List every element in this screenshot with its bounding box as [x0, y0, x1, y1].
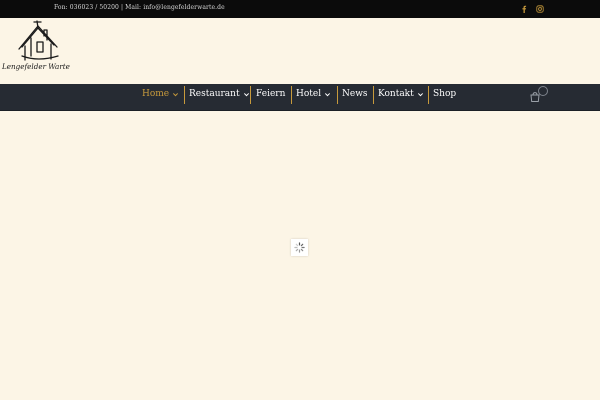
chevron-down-icon: [325, 92, 331, 96]
cart-button[interactable]: [528, 86, 548, 102]
site-logo[interactable]: Lengefelder Warte: [0, 18, 70, 74]
nav-separator: [337, 86, 338, 104]
nav-item-home[interactable]: Home: [142, 84, 179, 104]
spinner-icon: [294, 242, 305, 253]
nav-item-feiern[interactable]: Feiern: [256, 84, 285, 104]
nav-item-restaurant[interactable]: Restaurant: [189, 84, 250, 104]
top-bar: Fon: 036023 / 50200 | Mail: info@lengefe…: [0, 0, 600, 18]
loading-indicator: [291, 239, 308, 256]
nav-separator: [373, 86, 374, 104]
nav-item-hotel[interactable]: Hotel: [296, 84, 331, 104]
facebook-icon[interactable]: [518, 3, 530, 15]
logo-text: Lengefelder Warte: [1, 62, 70, 71]
nav-item-label: Hotel: [296, 89, 322, 99]
nav-item-shop[interactable]: Shop: [433, 84, 456, 104]
instagram-icon[interactable]: [534, 3, 546, 15]
nav-separator: [184, 86, 185, 104]
chevron-down-icon: [243, 92, 249, 96]
nav-separator: [291, 86, 292, 104]
nav-separator: [250, 86, 251, 104]
contact-info: Fon: 036023 / 50200 | Mail: info@lengefe…: [54, 4, 225, 11]
nav-item-kontakt[interactable]: Kontakt: [378, 84, 424, 104]
nav-item-label: Restaurant: [189, 89, 240, 99]
nav-item-news[interactable]: News: [342, 84, 368, 104]
nav-separator: [428, 86, 429, 104]
main-navigation: Home Restaurant Feiern Hotel News Kontak…: [0, 84, 600, 111]
nav-item-label: Shop: [433, 89, 457, 99]
nav-item-label: Kontakt: [378, 89, 414, 99]
nav-item-label: Feiern: [256, 89, 286, 99]
chevron-down-icon: [173, 92, 179, 96]
nav-item-label: Home: [142, 89, 170, 99]
cart-count-badge: [538, 86, 548, 96]
nav-item-label: News: [342, 89, 368, 99]
chevron-down-icon: [417, 92, 423, 96]
